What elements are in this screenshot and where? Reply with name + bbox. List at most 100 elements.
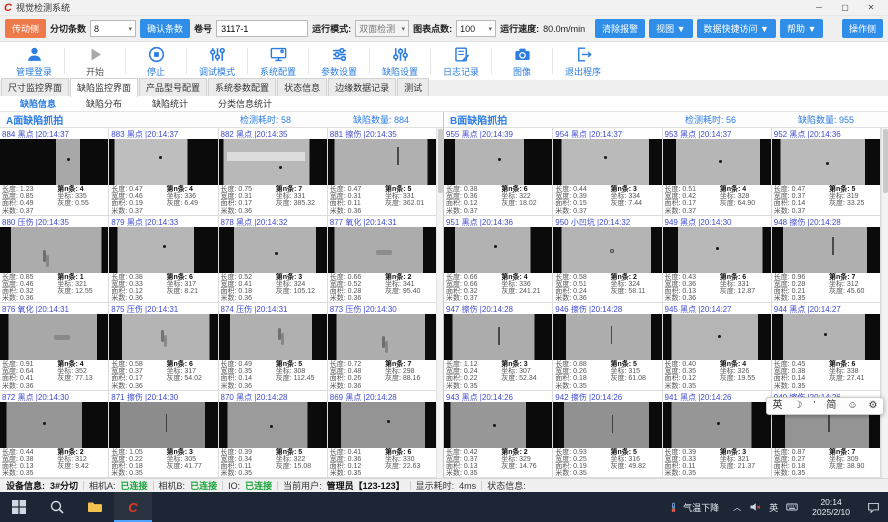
help-menu-button[interactable]: 帮助 ▼ (780, 19, 823, 38)
defect-cell-947[interactable]: 947 擦伤 |20:14:28长度: 1.12宽度: 0.24面积: 0.22… (444, 303, 553, 391)
defect-mark (494, 245, 497, 248)
tab-6[interactable]: 边缘数据记录 (328, 78, 396, 96)
defect-cell-944[interactable]: 944 黑点 |20:14:27长度: 0.45宽度: 0.38面积: 0.14… (772, 303, 881, 391)
run-mode-select[interactable]: 双面检测 (355, 20, 409, 37)
tab-4[interactable]: 系统参数配置 (208, 78, 276, 96)
slit-count-select[interactable]: 8 (90, 20, 136, 37)
close-button[interactable]: ✕ (858, 0, 884, 15)
defect-cell-874[interactable]: 874 压伤 |20:14:31长度: 0.49宽度: 0.35面积: 0.14… (219, 303, 328, 391)
data-access-menu-button[interactable]: 数据快捷访问 ▼ (697, 19, 776, 38)
defect-cell-870[interactable]: 870 黑点 |20:14:28长度: 0.39宽度: 0.34面积: 0.11… (219, 391, 328, 479)
metric-gray: 灰度: 88.16 (385, 375, 434, 382)
action-log-button[interactable]: 日志记录 (431, 44, 491, 78)
taskbar-explorer-button[interactable] (76, 492, 114, 522)
defect-cell-951[interactable]: 951 黑点 |20:14:36长度: 0.66宽度: 0.66面积: 0.32… (444, 216, 553, 304)
taskbar-weather-widget[interactable]: 气温下降 (660, 492, 727, 522)
scrollbar-thumb[interactable] (883, 129, 888, 193)
ime-lang-toggle[interactable]: 英 (772, 398, 782, 414)
volume-muted-icon[interactable] (749, 501, 761, 513)
defect-metrics-left: 长度: 0.43宽度: 0.36面积: 0.13米数: 0.36 (665, 274, 720, 303)
panel-scrollbar[interactable] (436, 128, 443, 478)
defect-cell-878[interactable]: 878 黑点 |20:14:32长度: 0.52宽度: 0.41面积: 0.18… (219, 216, 328, 304)
defect-cell-952[interactable]: 952 黑点 |20:14:36长度: 0.47宽度: 0.37面积: 0.14… (772, 128, 881, 216)
status-info-label: 状态信息: (487, 479, 526, 492)
defect-cell-954[interactable]: 954 黑点 |20:14:37长度: 0.44宽度: 0.39面积: 0.15… (553, 128, 662, 216)
chart-points-select[interactable]: 100 (456, 20, 496, 37)
action-user-button[interactable]: 管理登录 (4, 44, 64, 78)
metric-m: 米数: 0.35 (665, 383, 720, 390)
defect-cell-869[interactable]: 869 黑点 |20:14:28长度: 0.41宽度: 0.36面积: 0.12… (328, 391, 437, 479)
taskbar-search-button[interactable] (38, 492, 76, 522)
action-camera-button[interactable]: 图像 (492, 44, 552, 78)
view-menu-button[interactable]: 视图 ▼ (649, 19, 692, 38)
defect-cell-882[interactable]: 882 黑点 |20:14:35长度: 0.75宽度: 0.31面积: 0.17… (219, 128, 328, 216)
minimize-button[interactable]: ─ (806, 0, 832, 15)
defect-cell-881[interactable]: 881 擦伤 |20:14:35长度: 0.47宽度: 0.31面积: 0.11… (328, 128, 437, 216)
ime-settings-icon[interactable]: ⚙ (868, 398, 877, 414)
defect-cell-950[interactable]: 950 小凹坑 |20:14:32长度: 0.58宽度: 0.51面积: 0.2… (553, 216, 662, 304)
maximize-button[interactable]: ▢ (832, 0, 858, 15)
touch-keyboard-icon[interactable] (786, 501, 798, 513)
defect-cell-948[interactable]: 948 擦伤 |20:14:28长度: 0.96宽度: 0.28面积: 0.21… (772, 216, 881, 304)
defect-cell-883[interactable]: 883 黑点 |20:14:37长度: 0.47宽度: 0.46面积: 0.19… (109, 128, 218, 216)
defect-cell-872[interactable]: 872 黑点 |20:14:30长度: 0.44宽度: 0.38面积: 0.13… (0, 391, 109, 479)
metric-coord: 坐标: 316 (611, 456, 660, 463)
subtab-3[interactable]: 缺陷统计 (144, 95, 196, 112)
tab-3[interactable]: 产品型号配置 (139, 78, 207, 96)
ime-simplified-toggle[interactable]: 简 (826, 398, 836, 414)
defect-cell-879[interactable]: 879 黑点 |20:14:33长度: 0.38宽度: 0.33面积: 0.12… (109, 216, 218, 304)
defect-cell-955[interactable]: 955 黑点 |20:14:39长度: 0.38宽度: 0.36面积: 0.12… (444, 128, 553, 216)
defect-cell-title: 947 擦伤 |20:14:28 (444, 303, 552, 314)
defect-cell-876[interactable]: 876 氧化 |20:14:31长度: 0.91宽度: 0.64面积: 0.41… (0, 303, 109, 391)
operate-side-button[interactable]: 操作侧 (842, 19, 883, 38)
defect-cell-946[interactable]: 946 擦伤 |20:14:28长度: 0.88宽度: 0.26面积: 0.18… (553, 303, 662, 391)
scrollbar-thumb[interactable] (438, 129, 443, 193)
defect-info: 长度: 1.23宽度: 0.85面积: 0.49米数: 0.37第n条: 4坐标… (0, 185, 108, 215)
action-play-button[interactable]: 开始 (65, 44, 125, 78)
confirm-count-button[interactable]: 确认条数 (140, 19, 190, 38)
ime-emoji-button[interactable]: ☺ (847, 398, 857, 414)
tab-2[interactable]: 缺陷监控界面 (70, 78, 138, 97)
action-params-button[interactable]: 参数设置 (309, 44, 369, 78)
metric-m: 米数: 0.36 (330, 208, 385, 215)
defect-cell-880[interactable]: 880 压伤 |20:14:35长度: 0.85宽度: 0.46面积: 0.32… (0, 216, 109, 304)
subtab-4[interactable]: 分类信息统计 (210, 95, 280, 112)
defect-cell-953[interactable]: 953 黑点 |20:14:37长度: 0.51宽度: 0.42面积: 0.17… (663, 128, 772, 216)
defect-cell-873[interactable]: 873 压伤 |20:14:30长度: 0.72宽度: 0.48面积: 0.26… (328, 303, 437, 391)
clear-alarm-button[interactable]: 清除报警 (595, 19, 645, 38)
start-button[interactable] (0, 492, 38, 522)
ime-language-indicator[interactable]: 英 (769, 501, 778, 514)
ime-punctuation-toggle[interactable]: ’ (813, 398, 815, 414)
tab-7[interactable]: 测试 (397, 78, 429, 96)
taskbar-clock[interactable]: 20:14 2025/2/10 (804, 497, 858, 517)
tray-chevron-up-icon[interactable]: ︿ (733, 502, 741, 513)
drive-side-button[interactable]: 传动侧 (5, 19, 46, 38)
defect-cell-875[interactable]: 875 压伤 |20:14:31长度: 0.58宽度: 0.37面积: 0.17… (109, 303, 218, 391)
action-monitor-button[interactable]: 系统配置 (248, 44, 308, 78)
tab-5[interactable]: 状态信息 (277, 78, 327, 96)
metric-m: 米数: 0.35 (446, 383, 501, 390)
tab-1[interactable]: 尺寸监控界面 (1, 78, 69, 96)
subtab-1[interactable]: 缺陷信息 (12, 95, 64, 112)
notification-center-button[interactable] (858, 492, 888, 522)
defect-metrics-left: 长度: 0.91宽度: 0.64面积: 0.41米数: 0.36 (2, 361, 57, 390)
device-info-label: 设备信息: (6, 479, 45, 492)
defect-cell-945[interactable]: 945 黑点 |20:14:27长度: 0.40宽度: 0.35面积: 0.12… (663, 303, 772, 391)
defect-cell-942[interactable]: 942 擦伤 |20:14:26长度: 0.93宽度: 0.25面积: 0.19… (553, 391, 662, 479)
defect-cell-943[interactable]: 943 黑点 |20:14:26长度: 0.42宽度: 0.37面积: 0.13… (444, 391, 553, 479)
taskbar-app-button[interactable]: C (114, 492, 152, 522)
action-exit-button[interactable]: 退出程序 (553, 44, 613, 78)
defect-cell-941[interactable]: 941 黑点 |20:14:26长度: 0.39宽度: 0.33面积: 0.11… (663, 391, 772, 479)
roll-input[interactable] (216, 20, 308, 37)
defect-cell-871[interactable]: 871 擦伤 |20:14:30长度: 1.05宽度: 0.22面积: 0.18… (109, 391, 218, 479)
defect-grid: 955 黑点 |20:14:39长度: 0.38宽度: 0.36面积: 0.12… (444, 128, 881, 478)
action-defect-button[interactable]: 缺陷设置 (370, 44, 430, 78)
defect-cell-949[interactable]: 949 黑点 |20:14:30长度: 0.43宽度: 0.36面积: 0.13… (663, 216, 772, 304)
defect-cell-884[interactable]: 884 黑点 |20:14:37长度: 1.23宽度: 0.85面积: 0.49… (0, 128, 109, 216)
subtab-2[interactable]: 缺陷分布 (78, 95, 130, 112)
action-debug-button[interactable]: 调试模式 (187, 44, 247, 78)
defect-cell-877[interactable]: 877 氧化 |20:14:31长度: 0.66宽度: 0.52面积: 0.28… (328, 216, 437, 304)
action-stop-button[interactable]: 停止 (126, 44, 186, 78)
ime-halfwidth-toggle[interactable]: ☽ (793, 398, 802, 414)
panel-scrollbar[interactable] (881, 128, 888, 478)
